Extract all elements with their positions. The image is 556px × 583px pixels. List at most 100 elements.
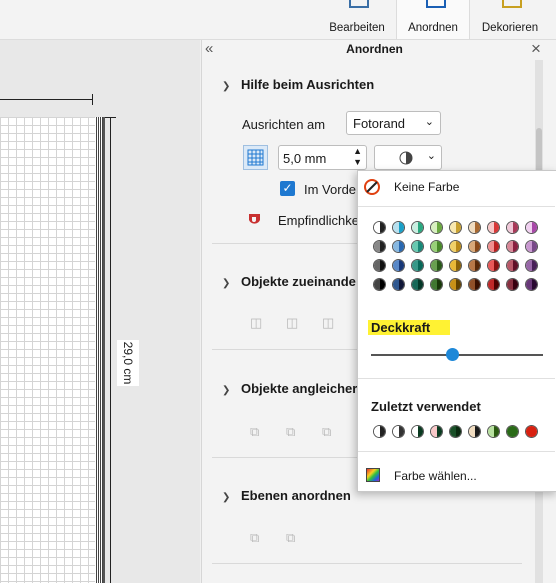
section-layers-header[interactable]: ❯ <box>222 488 230 503</box>
recent-swatch[interactable] <box>468 425 481 438</box>
tab-bearbeiten[interactable]: Bearbeiten <box>322 0 392 39</box>
no-color-icon[interactable] <box>363 178 381 196</box>
edit-icon <box>349 0 369 8</box>
match-width-icon[interactable]: ⧉ <box>286 424 304 440</box>
palette-swatch[interactable] <box>373 259 386 272</box>
palette-swatch[interactable] <box>449 221 462 234</box>
snap-checkbox-label: Im Vorde <box>304 182 357 197</box>
arrange-icon <box>426 0 446 8</box>
palette-swatch[interactable] <box>392 221 405 234</box>
bring-forward-icon[interactable]: ⧉ <box>250 530 268 546</box>
recent-colors-label: Zuletzt verwendet <box>371 399 481 414</box>
palette-swatch[interactable] <box>411 278 424 291</box>
recent-colors <box>358 423 556 443</box>
tab-anordnen[interactable]: Anordnen <box>396 0 470 39</box>
palette-swatch[interactable] <box>430 278 443 291</box>
palette-swatch[interactable] <box>468 278 481 291</box>
color-wheel-icon <box>366 468 380 482</box>
palette-swatch[interactable] <box>525 259 538 272</box>
palette-swatch[interactable] <box>506 278 519 291</box>
color-palette <box>358 207 556 307</box>
divider <box>212 563 522 564</box>
palette-swatch[interactable] <box>430 259 443 272</box>
decrement-icon[interactable]: ▼ <box>353 157 362 167</box>
palette-swatch[interactable] <box>373 278 386 291</box>
chevron-down-icon: ❯ <box>222 385 231 396</box>
section-align-title: Hilfe beim Ausrichten <box>241 77 375 92</box>
grid-paper[interactable] <box>0 117 95 583</box>
ribbon: Bearbeiten Anordnen Dekorieren <box>0 0 556 40</box>
spacing-value: 5,0 mm <box>283 151 327 166</box>
recent-swatch[interactable] <box>506 425 519 438</box>
palette-swatch[interactable] <box>468 259 481 272</box>
recent-swatch[interactable] <box>392 425 405 438</box>
align-center-objects-icon[interactable]: ◫ <box>286 315 304 331</box>
increment-icon[interactable]: ▲ <box>353 146 362 156</box>
grid-toggle-button[interactable] <box>243 145 268 170</box>
palette-swatch[interactable] <box>373 240 386 253</box>
palette-swatch[interactable] <box>487 278 500 291</box>
palette-swatch[interactable] <box>373 221 386 234</box>
no-color-option[interactable]: Keine Farbe <box>394 180 459 194</box>
divider <box>358 451 555 452</box>
palette-swatch[interactable] <box>525 240 538 253</box>
palette-swatch[interactable] <box>468 240 481 253</box>
recent-swatch[interactable] <box>449 425 462 438</box>
align-left-objects-icon[interactable]: ◫ <box>250 315 268 331</box>
recent-swatch[interactable] <box>373 425 386 438</box>
section-match-header[interactable]: ❯ <box>222 381 230 396</box>
match-size-icon[interactable]: ⧉ <box>250 424 268 440</box>
palette-swatch[interactable] <box>487 240 500 253</box>
palette-swatch[interactable] <box>506 221 519 234</box>
send-backward-icon[interactable]: ⧉ <box>286 530 304 546</box>
recent-swatch[interactable] <box>411 425 424 438</box>
opacity-slider-track[interactable] <box>371 348 543 361</box>
palette-swatch[interactable] <box>430 240 443 253</box>
palette-swatch[interactable] <box>468 221 481 234</box>
palette-swatch[interactable] <box>411 221 424 234</box>
palette-swatch[interactable] <box>392 240 405 253</box>
section-match-title: Objekte angleicher <box>241 381 358 396</box>
align-select[interactable]: Fotorand ⌄ <box>346 111 441 135</box>
chevron-down-icon: ⌄ <box>424 116 434 128</box>
color-picker-button[interactable]: ⌄ <box>374 145 442 170</box>
choose-color-option[interactable]: Farbe wählen... <box>394 469 477 483</box>
close-panel-icon[interactable]: × <box>531 39 541 59</box>
palette-swatch[interactable] <box>449 259 462 272</box>
recent-swatch[interactable] <box>430 425 443 438</box>
palette-swatch[interactable] <box>392 278 405 291</box>
chevron-down-icon: ❯ <box>222 278 231 289</box>
palette-swatch[interactable] <box>487 221 500 234</box>
palette-swatch[interactable] <box>392 259 405 272</box>
palette-swatch[interactable] <box>411 259 424 272</box>
section-relative-header[interactable]: ❯ <box>222 274 230 289</box>
sensitivity-label: Empfindlichke <box>278 213 359 228</box>
palette-swatch[interactable] <box>506 259 519 272</box>
recent-swatch[interactable] <box>487 425 500 438</box>
align-select-value: Fotorand <box>353 116 406 131</box>
tab-dekorieren[interactable]: Dekorieren <box>474 0 546 39</box>
section-align-header[interactable]: ❯ <box>222 77 230 92</box>
tab-bearbeiten-label: Bearbeiten <box>329 22 385 34</box>
palette-swatch[interactable] <box>525 278 538 291</box>
panel-title: Anordnen <box>346 42 403 56</box>
palette-swatch[interactable] <box>487 259 500 272</box>
opacity-label: Deckkraft <box>371 320 431 335</box>
spacing-stepper[interactable]: 5,0 mm ▲ ▼ <box>278 145 367 170</box>
chevron-down-icon: ❯ <box>222 492 231 503</box>
magnet-icon <box>247 212 262 226</box>
opacity-slider-thumb[interactable] <box>445 348 459 361</box>
palette-swatch[interactable] <box>411 240 424 253</box>
width-ruler <box>0 99 93 100</box>
palette-swatch[interactable] <box>449 240 462 253</box>
match-height-icon[interactable]: ⧉ <box>322 424 340 440</box>
snap-checkbox[interactable]: ✓ <box>280 181 295 196</box>
recent-swatch[interactable] <box>525 425 538 438</box>
chevron-down-icon: ❯ <box>222 81 231 92</box>
grid-icon <box>247 149 264 166</box>
palette-swatch[interactable] <box>430 221 443 234</box>
palette-swatch[interactable] <box>506 240 519 253</box>
align-right-objects-icon[interactable]: ◫ <box>322 315 340 331</box>
palette-swatch[interactable] <box>525 221 538 234</box>
palette-swatch[interactable] <box>449 278 462 291</box>
